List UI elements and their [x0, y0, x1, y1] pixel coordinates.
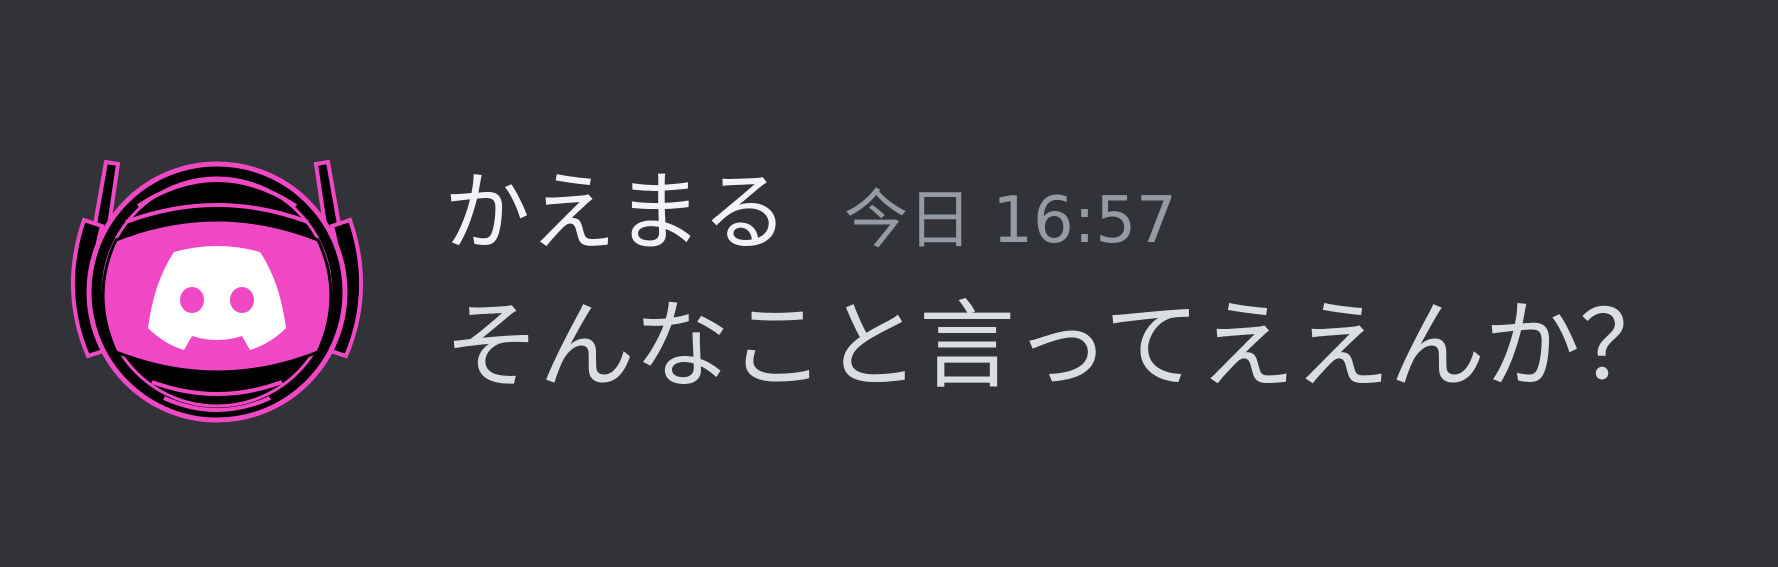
message-header: かえまる 今日 16:57 — [444, 158, 1758, 268]
message-content: かえまる 今日 16:57 そんなこと言ってええんか？ — [444, 158, 1758, 416]
avatar[interactable] — [66, 160, 366, 430]
discord-bot-avatar-icon — [71, 160, 363, 423]
message-text: そんなこと言ってええんか？ — [444, 290, 1675, 402]
timestamp[interactable]: 今日 16:57 — [844, 166, 1177, 276]
username[interactable]: かえまる — [444, 158, 788, 268]
chat-message: かえまる 今日 16:57 そんなこと言ってええんか？ — [0, 0, 1778, 567]
